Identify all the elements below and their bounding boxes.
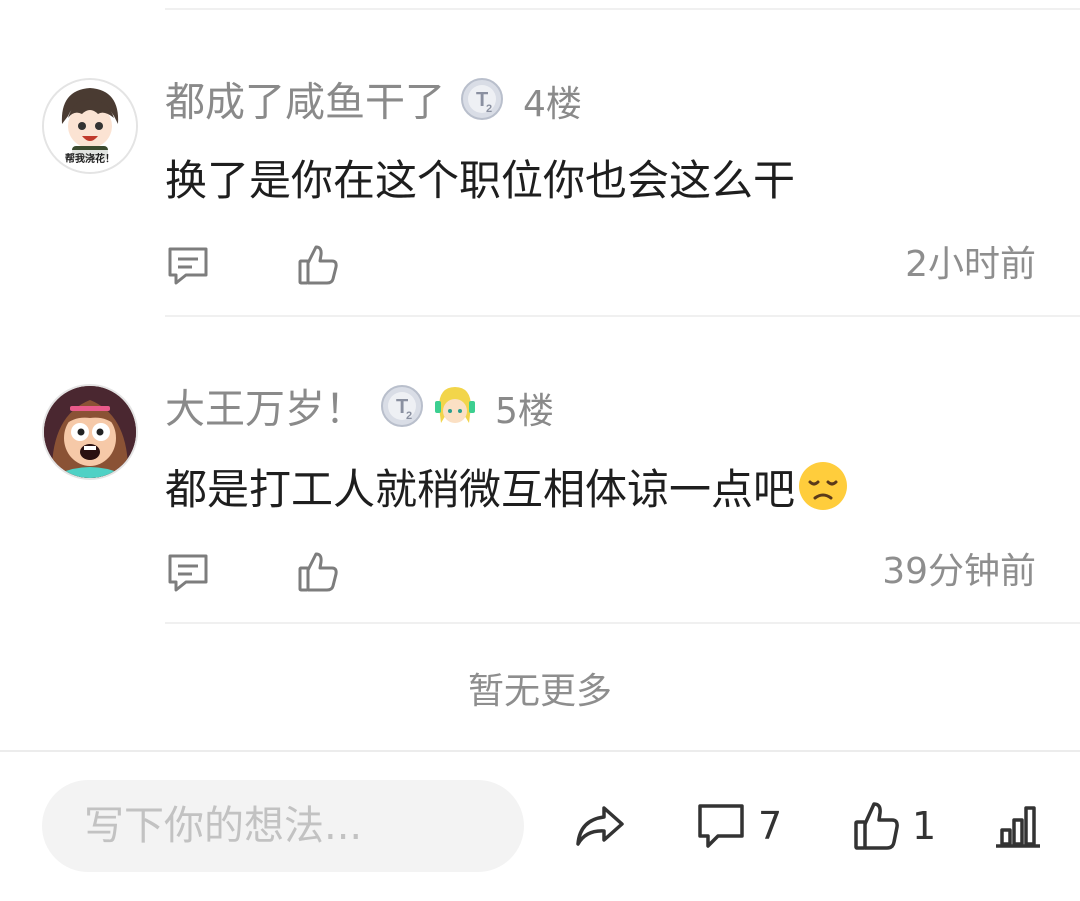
disappointed-face-emoji-icon	[797, 460, 849, 526]
like-icon[interactable]	[852, 800, 900, 852]
comment-content[interactable]: 换了是你在这个职位你也会这么干	[165, 153, 795, 209]
comment-time: 39分钟前	[882, 551, 1036, 592]
comment-count: 7	[758, 804, 783, 848]
share-icon[interactable]	[572, 800, 628, 852]
floor-number: 4楼	[523, 83, 582, 125]
stats-icon[interactable]	[994, 800, 1042, 852]
level-badge-icon: T 2	[379, 383, 425, 440]
level-badge-icon: T 2	[459, 76, 505, 133]
comment-text: 都是打工人就稍微互相体谅一点吧	[165, 465, 796, 514]
avatar-cartoon-girl-image	[44, 386, 136, 478]
no-more-label: 暂无更多	[467, 671, 612, 712]
divider	[165, 315, 1080, 317]
comment-header: 大王万岁！ T 2 5楼	[165, 383, 554, 440]
comment-header: 都成了咸鱼干了 T 2 4楼	[165, 76, 582, 133]
comment-time: 2小时前	[905, 244, 1036, 285]
divider	[165, 622, 1080, 624]
avatar-caption: 帮我浇花！	[44, 150, 136, 165]
comment-content[interactable]: 都是打工人就稍微互相体谅一点吧	[165, 460, 849, 526]
svg-text:2: 2	[486, 103, 492, 115]
like-count: 1	[912, 804, 937, 848]
reply-icon[interactable]	[166, 243, 210, 287]
floor-number: 5楼	[495, 390, 554, 432]
like-icon[interactable]	[296, 243, 340, 287]
avatar[interactable]	[42, 384, 138, 480]
comment-input[interactable]	[42, 780, 524, 872]
username[interactable]: 都成了咸鱼干了	[165, 80, 445, 126]
svg-text:2: 2	[406, 410, 412, 422]
avatar[interactable]: 帮我浇花！	[42, 78, 138, 174]
username[interactable]: 大王万岁！	[165, 387, 365, 433]
comment-icon[interactable]	[696, 800, 746, 852]
reply-icon[interactable]	[166, 550, 210, 594]
divider	[165, 8, 1080, 10]
like-icon[interactable]	[296, 550, 340, 594]
character-pendant-icon	[433, 383, 477, 440]
